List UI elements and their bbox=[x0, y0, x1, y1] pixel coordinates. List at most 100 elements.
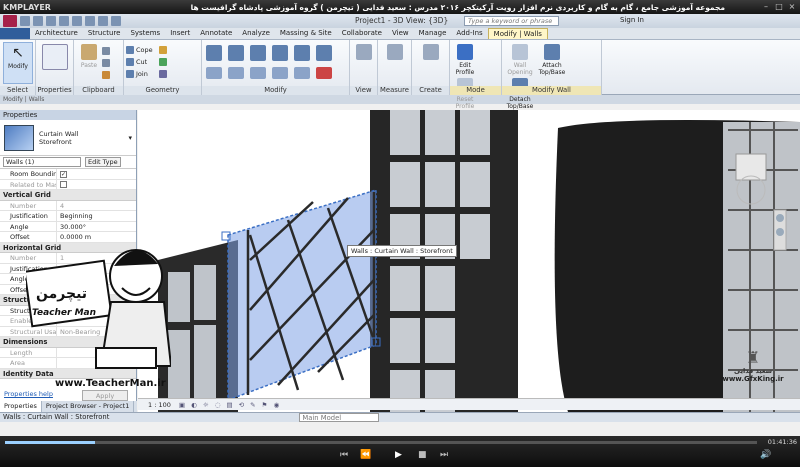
join-button[interactable]: Join bbox=[126, 68, 153, 80]
type-selector[interactable]: Curtain Wall Storefront ▾ bbox=[0, 120, 136, 156]
offset-icon[interactable] bbox=[228, 45, 244, 61]
curtain-wall-type-icon bbox=[4, 124, 34, 151]
tab-modify-walls[interactable]: Modify | Walls bbox=[487, 28, 548, 39]
edit-type-button[interactable]: Edit Type bbox=[85, 157, 121, 167]
print-icon[interactable] bbox=[72, 16, 82, 26]
tab-structure[interactable]: Structure bbox=[83, 28, 126, 39]
previous-icon[interactable]: ⏮ bbox=[340, 450, 348, 460]
split-icon[interactable] bbox=[228, 67, 244, 79]
modify-button[interactable]: ↖ Modify bbox=[3, 42, 33, 84]
split-face-icon[interactable] bbox=[158, 70, 167, 78]
align-icon[interactable] bbox=[206, 45, 222, 61]
wall-opening-button[interactable]: Wall Opening bbox=[505, 42, 535, 76]
wall-joins-icon[interactable] bbox=[158, 46, 167, 54]
seek-bar[interactable] bbox=[5, 441, 757, 444]
tab-collaborate[interactable]: Collaborate bbox=[337, 28, 387, 39]
panel-properties: Properties bbox=[36, 40, 74, 95]
panel-create: Create bbox=[412, 40, 450, 95]
scale-icon[interactable] bbox=[272, 67, 288, 79]
paste-button[interactable]: Paste bbox=[77, 42, 101, 69]
rotate-icon[interactable] bbox=[316, 45, 332, 61]
measure-tool-icon[interactable] bbox=[386, 44, 403, 60]
copy-element-icon[interactable] bbox=[294, 45, 310, 61]
attach-top-base-button[interactable]: Attach Top/Base bbox=[537, 42, 567, 76]
match-type-icon[interactable] bbox=[102, 71, 110, 79]
edit-profile-button[interactable]: Edit Profile bbox=[453, 42, 477, 76]
tab-project-browser[interactable]: Project Browser - Project1 bbox=[42, 401, 135, 412]
ribbon: ↖ Modify Select Properties Paste Clipboa… bbox=[0, 40, 800, 110]
3d-view-icon[interactable] bbox=[111, 16, 121, 26]
room-bounding-checkbox[interactable] bbox=[60, 170, 67, 178]
search-input[interactable]: Type a keyword or phrase bbox=[464, 16, 559, 26]
tab-manage[interactable]: Manage bbox=[414, 28, 452, 39]
panel-select: ↖ Modify Select bbox=[0, 40, 36, 95]
ribbon-tabs: Architecture Structure Systems Insert An… bbox=[0, 27, 800, 40]
paint-icon[interactable] bbox=[158, 58, 167, 66]
prop-value[interactable]: Beginning bbox=[57, 211, 136, 221]
copy-icon[interactable] bbox=[102, 59, 110, 67]
cut-clipboard-icon[interactable] bbox=[102, 47, 110, 55]
tab-annotate[interactable]: Annotate bbox=[195, 28, 237, 39]
rewind-icon[interactable]: ⏪ bbox=[360, 450, 371, 460]
brand-persian: تیچرمن bbox=[36, 286, 88, 302]
tab-massing-site[interactable]: Massing & Site bbox=[275, 28, 337, 39]
undo-icon[interactable] bbox=[46, 16, 56, 26]
cope-button[interactable]: Cope bbox=[126, 44, 153, 56]
view-icon[interactable] bbox=[355, 44, 372, 60]
close-icon[interactable]: × bbox=[787, 2, 797, 12]
tab-insert[interactable]: Insert bbox=[165, 28, 195, 39]
minimize-icon[interactable]: – bbox=[761, 2, 771, 12]
tab-add-ins[interactable]: Add-Ins bbox=[451, 28, 487, 39]
redo-icon[interactable] bbox=[59, 16, 69, 26]
3d-viewport[interactable]: Walls : Curtain Wall : Storefront bbox=[138, 110, 800, 412]
detach-label: Detach Top/Base bbox=[506, 96, 534, 110]
measure-icon[interactable] bbox=[85, 16, 95, 26]
next-icon[interactable]: ⏭ bbox=[440, 450, 448, 460]
move-icon[interactable] bbox=[272, 45, 288, 61]
angle-input[interactable]: 30.000° bbox=[57, 221, 136, 231]
maximize-icon[interactable]: □ bbox=[774, 2, 784, 12]
tab-architecture[interactable]: Architecture bbox=[30, 28, 83, 39]
stop-icon[interactable]: ■ bbox=[418, 450, 427, 460]
save-icon[interactable] bbox=[33, 16, 43, 26]
cut-label: Cut bbox=[136, 58, 148, 66]
properties-icon[interactable] bbox=[41, 44, 68, 70]
array-icon[interactable] bbox=[250, 67, 266, 79]
selected-curtain-wall[interactable] bbox=[227, 188, 377, 402]
panel-title-select[interactable]: Select bbox=[0, 86, 35, 95]
chevron-down-icon[interactable]: ▾ bbox=[128, 134, 132, 142]
sign-in-button[interactable]: Sign In bbox=[620, 16, 644, 24]
tab-analyze[interactable]: Analyze bbox=[237, 28, 275, 39]
cut-button[interactable]: Cut bbox=[126, 56, 153, 68]
model-select[interactable]: Main Model bbox=[299, 413, 380, 422]
view-scale[interactable]: 1 : 100 bbox=[148, 401, 171, 409]
mirror-icon[interactable] bbox=[250, 45, 266, 61]
text-icon[interactable] bbox=[98, 16, 108, 26]
section-vertical-grid[interactable]: Vertical Grid bbox=[0, 190, 136, 201]
prop-label: Number bbox=[0, 200, 57, 210]
trim-icon[interactable] bbox=[206, 67, 222, 79]
play-icon[interactable]: ▶ bbox=[395, 450, 402, 460]
app-title-bar: Project1 - 3D View: {3D} Type a keyword … bbox=[0, 14, 800, 28]
panel-title-geometry: Geometry bbox=[124, 86, 201, 95]
open-icon[interactable] bbox=[20, 16, 30, 26]
tab-view[interactable]: View bbox=[387, 28, 414, 39]
navigation-bar[interactable] bbox=[773, 209, 787, 251]
cope-icon bbox=[126, 46, 134, 54]
create-similar-icon[interactable] bbox=[422, 44, 439, 60]
pin-icon[interactable] bbox=[294, 67, 310, 79]
panel-title-measure: Measure bbox=[378, 86, 411, 95]
delete-icon[interactable] bbox=[316, 67, 332, 79]
instance-filter-select[interactable]: Walls (1) bbox=[3, 157, 81, 167]
seek-progress bbox=[5, 441, 96, 444]
view-control-icons[interactable]: ▣ ◐ ☼ ◌ ▤ ⟲ ✎ ⚑ ◉ bbox=[179, 401, 281, 409]
type-name: Storefront bbox=[39, 137, 72, 146]
playback-time: 01:41:36 bbox=[767, 438, 797, 446]
volume-icon[interactable]: 🔊 bbox=[760, 450, 771, 460]
file-menu-button[interactable] bbox=[0, 27, 30, 39]
gfxking-emblem-icon: ♜ bbox=[745, 348, 761, 367]
revit-app-icon[interactable] bbox=[3, 15, 17, 27]
player-window-title: مجموعه آموزشی جامع ، گام به گام و کاربرد… bbox=[190, 2, 725, 12]
tab-systems[interactable]: Systems bbox=[125, 28, 165, 39]
tab-properties[interactable]: Properties bbox=[0, 401, 42, 412]
